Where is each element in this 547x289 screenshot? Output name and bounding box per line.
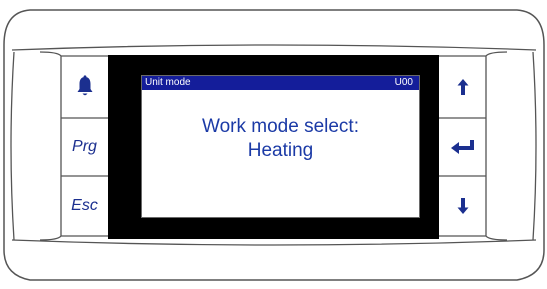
lcd-screen: Unit mode U00 Work mode select: Heating: [141, 75, 420, 218]
up-button[interactable]: [439, 57, 486, 117]
arrow-down-icon: [457, 198, 468, 214]
prg-label: Prg: [72, 138, 97, 155]
esc-button[interactable]: Esc: [61, 177, 108, 235]
down-button[interactable]: [439, 177, 486, 235]
prg-button[interactable]: Prg: [61, 119, 108, 175]
alarm-button[interactable]: [61, 57, 108, 117]
esc-label: Esc: [71, 197, 98, 214]
work-mode-value: Heating: [247, 140, 314, 161]
terminal-panel: Prg Esc Unit mode U00 Work mode select: …: [0, 0, 547, 289]
enter-button[interactable]: [439, 119, 486, 175]
lcd-header: Unit mode U00: [142, 76, 419, 90]
arrow-up-icon: [457, 79, 468, 95]
work-mode-label: Work mode select:: [202, 116, 359, 137]
bell-icon: [77, 75, 92, 96]
enter-icon: [450, 140, 474, 154]
screen-code: U00: [394, 77, 413, 88]
screen-title: Unit mode: [145, 77, 191, 88]
